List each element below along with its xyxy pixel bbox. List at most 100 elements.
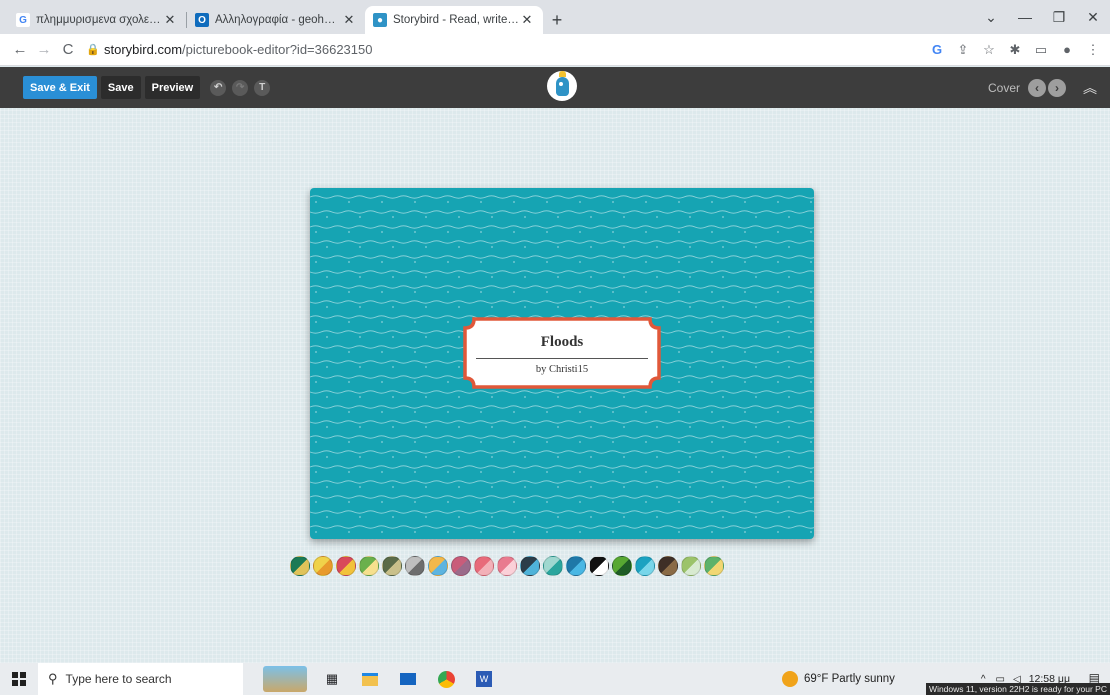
previous-page-button[interactable]: ‹ <box>1028 78 1046 97</box>
title-plate-frame <box>463 317 661 389</box>
theme-swatch[interactable] <box>658 556 678 576</box>
undo-icon[interactable]: ↶ <box>210 79 227 96</box>
chrome-icon[interactable] <box>433 666 459 692</box>
forward-icon[interactable]: → <box>32 41 56 58</box>
theme-swatch[interactable] <box>428 556 448 576</box>
wave-dot <box>546 231 548 233</box>
wave-dot <box>348 231 350 233</box>
wave-dot <box>689 216 691 218</box>
share-icon[interactable]: ⇪ <box>954 42 972 58</box>
wave-dot <box>524 426 526 428</box>
wave-dot <box>414 441 416 443</box>
theme-swatch[interactable] <box>566 556 586 576</box>
theme-swatch[interactable] <box>474 556 494 576</box>
mail-icon[interactable] <box>395 666 421 692</box>
preview-button[interactable]: Preview <box>144 76 201 99</box>
theme-swatch[interactable] <box>382 556 402 576</box>
theme-swatch[interactable] <box>313 556 333 576</box>
wave-dot <box>392 426 394 428</box>
book-title[interactable]: Floods <box>462 334 662 351</box>
extensions-icon[interactable]: ✱ <box>1006 42 1024 58</box>
reload-icon[interactable]: C <box>56 41 80 58</box>
wave-dot <box>645 411 647 413</box>
lock-icon[interactable]: 🔒 <box>86 43 104 56</box>
tab-search-icon[interactable]: ⌄ <box>974 9 1008 26</box>
minimize-icon[interactable]: — <box>1008 9 1042 25</box>
browser-tab-storybird[interactable]: ● Storybird - Read, write, discover. ✕ <box>365 6 543 34</box>
text-tool-icon[interactable]: T <box>254 79 271 96</box>
taskbar-search-input[interactable]: ⚲ Type here to search <box>38 663 243 695</box>
profile-icon[interactable]: ● <box>1058 42 1076 57</box>
theme-swatch[interactable] <box>589 556 609 576</box>
wave-dot <box>480 411 482 413</box>
next-page-button[interactable]: › <box>1048 78 1066 97</box>
theme-swatch[interactable] <box>704 556 724 576</box>
close-window-icon[interactable]: ✕ <box>1076 9 1110 26</box>
back-icon[interactable]: ← <box>8 41 32 58</box>
wave-dot <box>546 441 548 443</box>
wave-line <box>310 525 814 529</box>
start-button[interactable] <box>0 663 38 695</box>
storybird-logo[interactable] <box>547 70 577 101</box>
redo-icon[interactable]: ↷ <box>232 79 249 96</box>
theme-swatch[interactable] <box>451 556 471 576</box>
wave-dot <box>447 261 449 263</box>
wave-dot <box>315 321 317 323</box>
save-and-exit-button[interactable]: Save & Exit <box>23 76 97 99</box>
wave-dot <box>777 501 779 503</box>
theme-swatch[interactable] <box>405 556 425 576</box>
wave-dot <box>678 231 680 233</box>
browser-tab-mail[interactable]: O Αλληλογραφία - geoha20001@ ✕ <box>187 6 365 34</box>
google-lens-icon[interactable]: G <box>928 42 946 57</box>
url-input[interactable]: 🔒 storybird.com/picturebook-editor?id=36… <box>86 37 906 63</box>
restore-icon[interactable]: ❐ <box>1042 9 1076 26</box>
theme-swatch[interactable] <box>497 556 517 576</box>
book-author[interactable]: by Christi15 <box>462 364 662 375</box>
book-cover[interactable]: Floods by Christi15 <box>310 188 814 539</box>
wave-dot <box>590 246 592 248</box>
weather-widget[interactable]: 69°F Partly sunny <box>782 663 895 695</box>
task-view-icon[interactable]: ▦ <box>319 666 345 692</box>
wave-line <box>310 390 814 394</box>
wave-dot <box>755 246 757 248</box>
theme-swatch[interactable] <box>520 556 540 576</box>
browser-tab-search[interactable]: G πλημμυρισμενα σχολεια σχολεί ✕ <box>8 6 186 34</box>
weather-text: 69°F Partly sunny <box>804 673 895 685</box>
wave-dot <box>524 456 526 458</box>
wave-dot <box>777 411 779 413</box>
windows-update-toast[interactable]: Windows 11, version 22H2 is ready for yo… <box>926 683 1110 695</box>
editor-toolbar: Save & Exit Save Preview ↶ ↷ T Cover ‹ ›… <box>0 67 1110 108</box>
wave-dot <box>458 396 460 398</box>
wave-dot <box>645 471 647 473</box>
wave-dot <box>678 201 680 203</box>
side-panel-icon[interactable]: ▭ <box>1032 42 1050 58</box>
close-tab-icon[interactable]: ✕ <box>162 12 178 28</box>
file-explorer-icon[interactable] <box>357 666 383 692</box>
collapse-toolbar-icon[interactable]: ︽ <box>1080 78 1100 98</box>
wave-dot <box>447 291 449 293</box>
wave-dot <box>447 381 449 383</box>
wave-dot <box>645 231 647 233</box>
theme-swatch[interactable] <box>543 556 563 576</box>
taskbar-search-placeholder: Type here to search <box>65 672 172 686</box>
close-tab-icon[interactable]: ✕ <box>519 12 535 28</box>
wave-dot <box>711 261 713 263</box>
close-tab-icon[interactable]: ✕ <box>341 12 357 28</box>
theme-swatch[interactable] <box>336 556 356 576</box>
theme-swatch[interactable] <box>359 556 379 576</box>
cover-title-plate[interactable]: Floods by Christi15 <box>462 316 662 390</box>
new-tab-button[interactable]: + <box>543 6 571 34</box>
theme-swatch[interactable] <box>635 556 655 576</box>
wave-dot <box>414 231 416 233</box>
wave-line <box>310 450 814 454</box>
theme-swatch[interactable] <box>681 556 701 576</box>
wave-dot <box>381 381 383 383</box>
bookmark-star-icon[interactable]: ☆ <box>980 42 998 58</box>
theme-swatch[interactable] <box>290 556 310 576</box>
wave-dot <box>513 471 515 473</box>
search-highlight-icon[interactable] <box>263 666 307 692</box>
theme-swatch[interactable] <box>612 556 632 576</box>
word-icon[interactable]: W <box>471 666 497 692</box>
save-button[interactable]: Save <box>100 76 141 99</box>
menu-icon[interactable]: ⋮ <box>1084 42 1102 58</box>
